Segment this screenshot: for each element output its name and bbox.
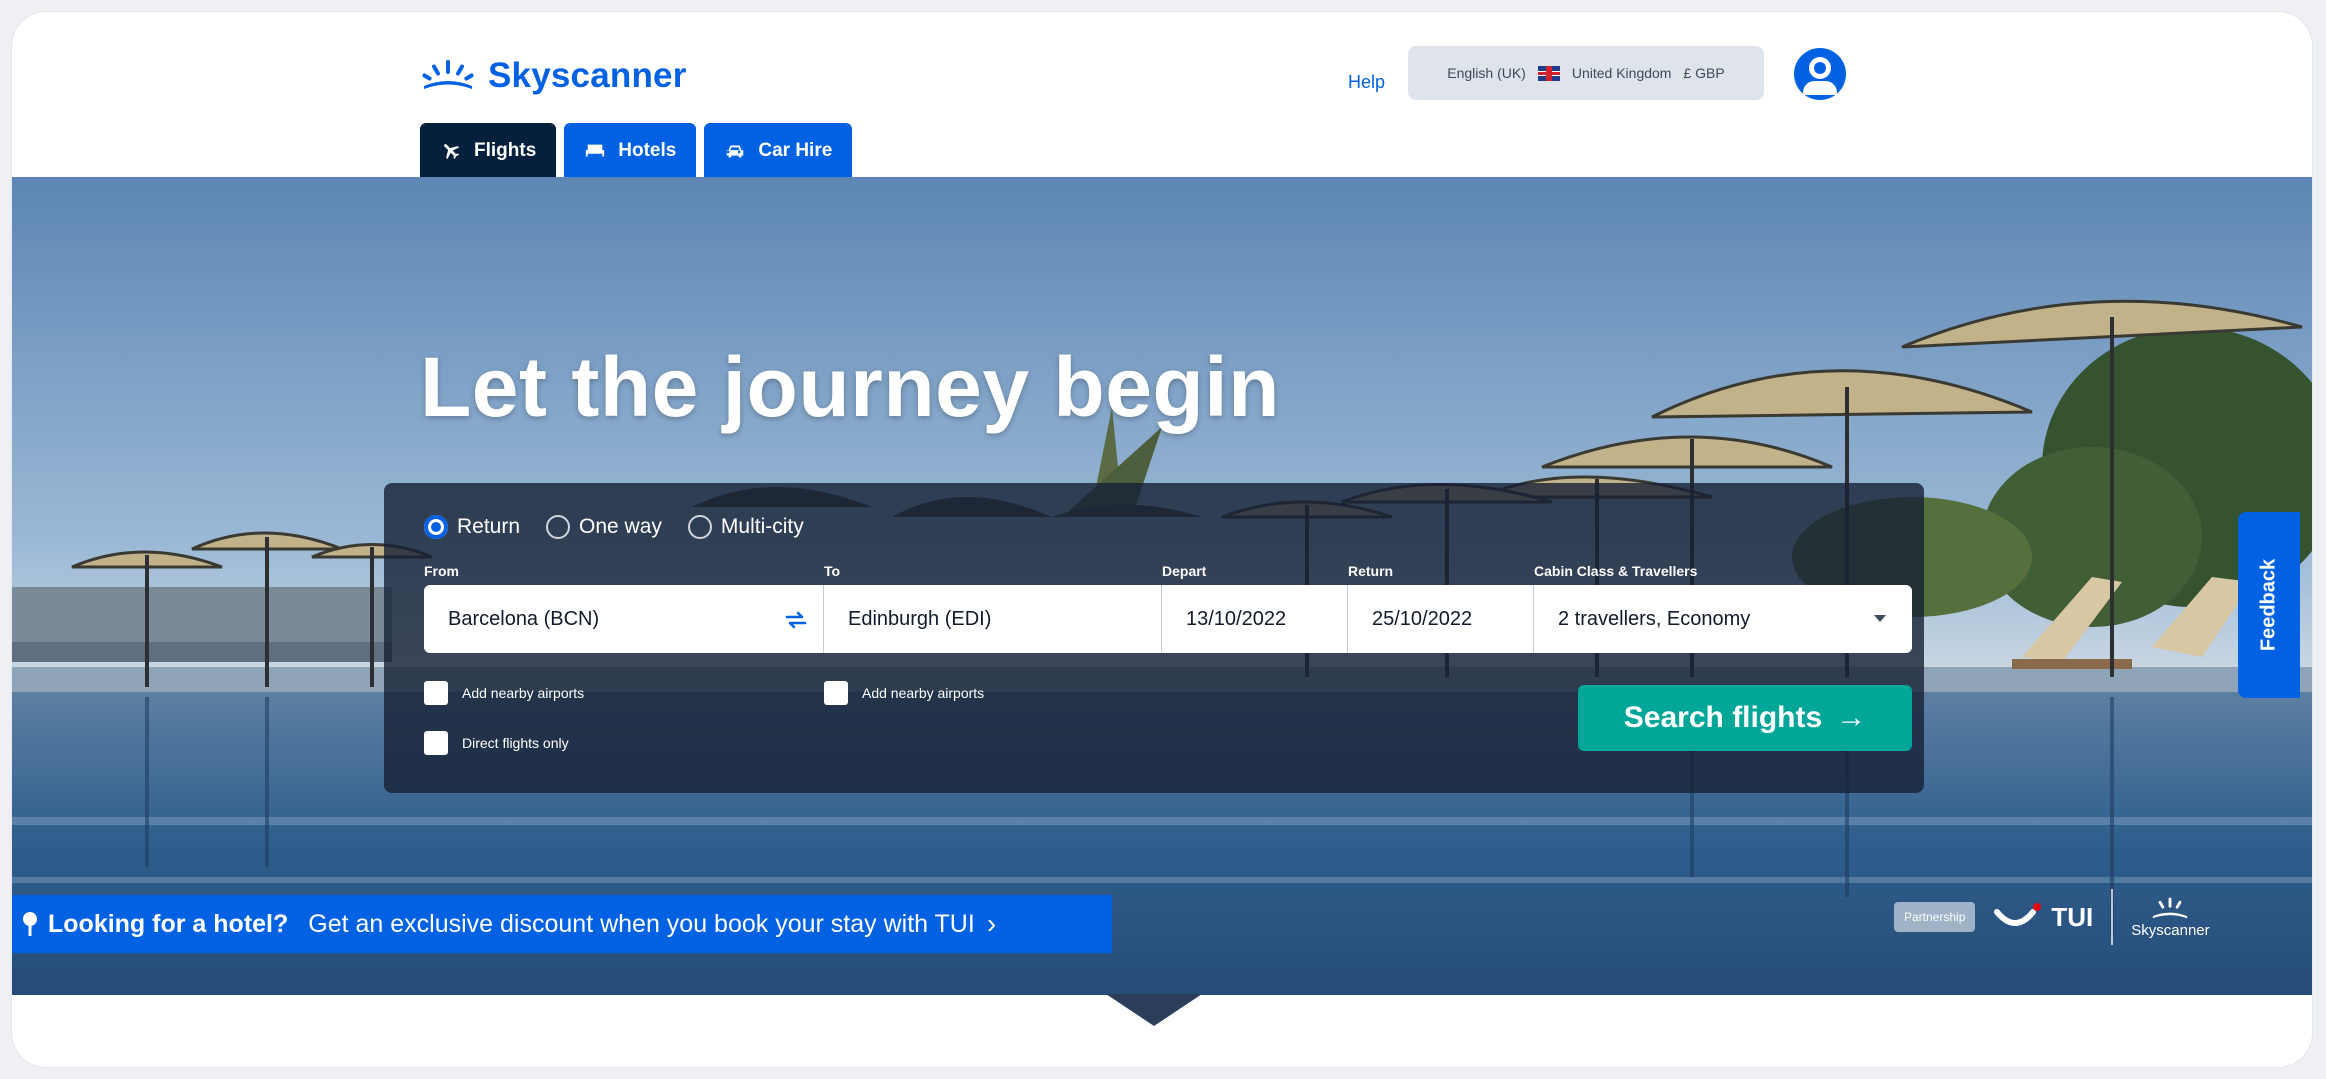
promo-bold-text: Looking for a hotel? [48,909,289,938]
tab-hotels-label: Hotels [618,140,677,161]
country-label: United Kingdom [1571,65,1672,81]
radio-unselected[interactable] [687,515,712,539]
hero-notch [1106,994,1202,1026]
to-value: Edinburgh (EDI) [848,607,992,630]
language-label: English (UK) [1447,65,1526,81]
locale-selector[interactable]: English (UK) United Kingdom £ GBP [1408,46,1764,100]
trip-type-return[interactable]: Return [424,515,520,539]
search-button-label: Search flights [1623,701,1823,734]
checkbox[interactable] [424,731,448,755]
radio-unselected[interactable] [546,515,571,539]
trip-type-label: Multi-city [720,515,804,538]
sunrise-logo-icon [422,60,474,89]
cabin-label: Cabin Class & Travellers [1534,563,1698,579]
browser-page: Skyscanner Help English (UK) United King… [12,12,2312,1067]
brand-name: Skyscanner [488,56,687,95]
nearby-from-checkbox[interactable]: Add nearby airports [424,681,584,705]
trip-type-multi-city[interactable]: Multi-city [687,515,804,539]
partnership-badge: Partnership [1894,902,1976,932]
checkbox-label: Add nearby airports [862,685,985,701]
currency-label: £ GBP [1683,65,1725,81]
chevron-right-icon: › [986,908,997,939]
depart-field[interactable]: 13/10/2022 [1162,585,1348,653]
checkbox[interactable] [824,681,848,705]
tui-text: TUI [2051,901,2094,932]
location-pin-icon [23,912,37,936]
depart-label: Depart [1162,563,1207,579]
trip-type-label: One way [579,515,662,538]
trip-type-selector: Return One way Multi-city [424,515,804,539]
to-label: To [824,563,841,579]
help-link[interactable]: Help [1348,72,1385,93]
direct-flights-checkbox[interactable]: Direct flights only [424,731,569,755]
checkbox[interactable] [424,681,448,705]
hero-section: Let the journey begin Return One way Mul… [12,177,2312,995]
car-icon [727,145,744,158]
uk-flag-icon [1537,65,1560,81]
return-value: 25/10/2022 [1372,607,1473,630]
sunrise-logo-icon [2153,897,2188,918]
skyscanner-logo[interactable]: Skyscanner [420,56,687,96]
hero-headline: Let the journey begin [420,340,1280,434]
swap-arrows-icon[interactable] [783,607,809,633]
trip-type-one-way[interactable]: One way [546,515,662,539]
feedback-label: Feedback [2257,558,2280,652]
tab-flights[interactable]: Flights [420,123,557,179]
tab-car-hire-label: Car Hire [758,140,833,161]
to-field[interactable]: Edinburgh (EDI) [824,585,1162,653]
tab-car-hire[interactable]: Car Hire [704,123,853,179]
depart-value: 13/10/2022 [1186,607,1287,630]
from-field[interactable]: Barcelona (BCN) [424,585,824,653]
hotel-promo-banner[interactable]: Looking for a hotel? Get an exclusive di… [12,895,1112,953]
cabin-travellers-field[interactable]: 2 travellers, Economy [1534,585,1912,653]
product-tabs: Flights Hotels Car Hire [420,123,853,179]
nearby-to-checkbox[interactable]: Add nearby airports [824,681,984,705]
tui-smile-icon [1994,903,2042,926]
bed-icon [586,144,605,157]
search-fields: Barcelona (BCN) Edinburgh (EDI) 13/10/20… [424,585,1912,653]
arrow-right-icon: → [1836,701,1867,734]
tui-logo: TUI [1993,902,2093,933]
checkbox-label: Direct flights only [462,735,569,751]
tab-hotels[interactable]: Hotels [564,123,697,179]
flight-search-panel: Return One way Multi-city From To Depart… [384,483,1924,793]
logo-divider [2111,889,2114,945]
skyscanner-mini-text: Skyscanner [2131,921,2210,939]
promo-text: Get an exclusive discount when you book … [308,909,975,938]
cabin-value: 2 travellers, Economy [1558,607,1751,630]
plane-icon [444,144,460,160]
return-label: Return [1348,563,1394,579]
from-label: From [424,563,459,579]
from-value: Barcelona (BCN) [448,607,600,630]
radio-selected[interactable] [424,515,448,539]
feedback-tab[interactable]: Feedback [2238,512,2300,698]
search-flights-button[interactable]: Search flights → [1578,685,1912,751]
return-field[interactable]: 25/10/2022 [1348,585,1534,653]
checkbox-label: Add nearby airports [462,685,585,701]
chevron-down-icon [1874,615,1886,622]
tab-flights-label: Flights [474,140,537,161]
trip-type-label: Return [457,515,521,538]
account-icon[interactable] [1794,48,1846,100]
partnership-logos: Partnership TUI Skyscanner [1894,889,2210,945]
skyscanner-mini-logo: Skyscanner [2131,896,2210,939]
